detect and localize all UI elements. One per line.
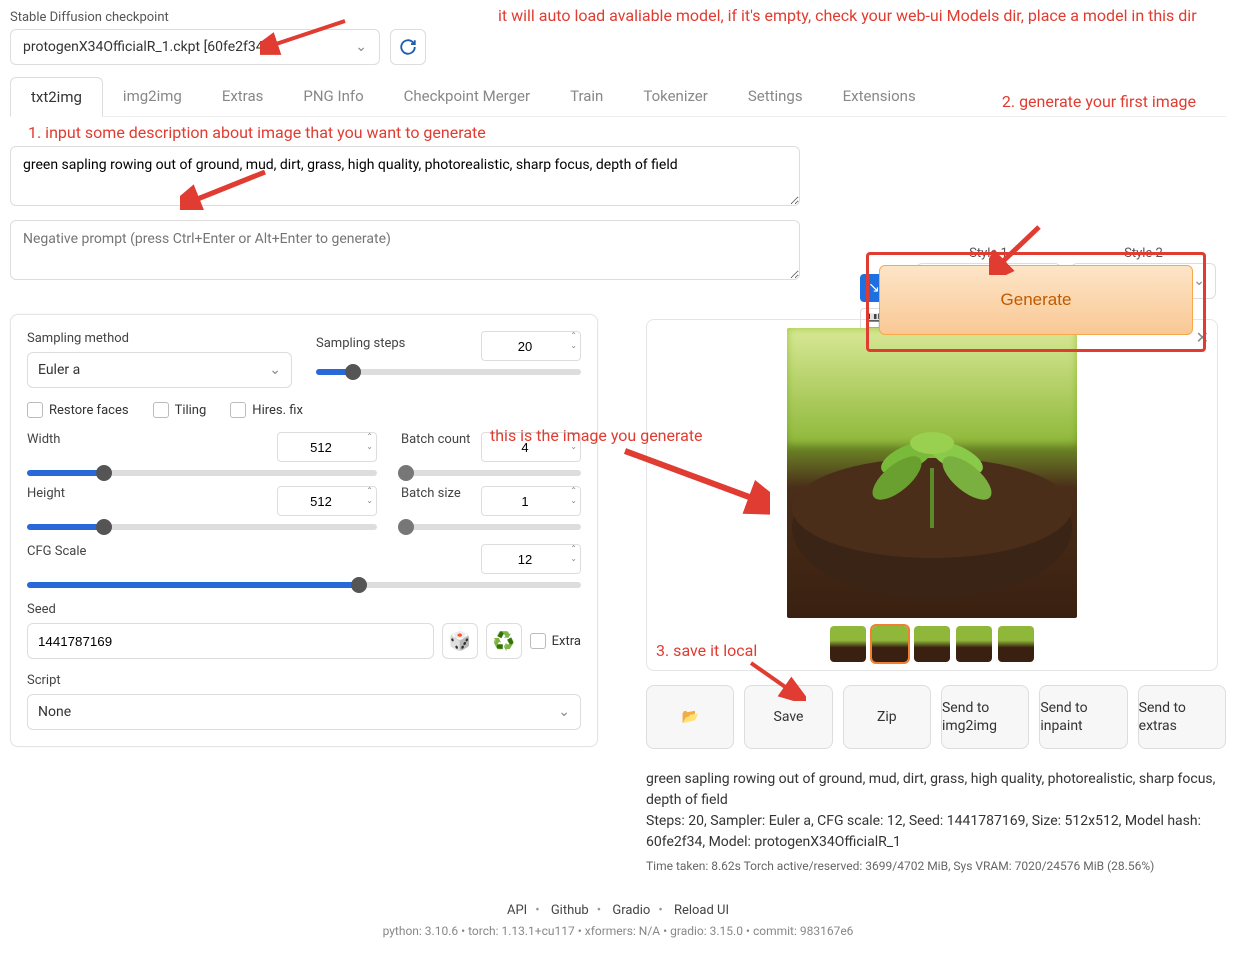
output-prompt-echo: green sapling rowing out of ground, mud,… — [646, 769, 1226, 811]
open-folder-button[interactable]: 📂 — [646, 685, 734, 749]
sampling-steps-input[interactable] — [481, 331, 581, 361]
batch-size-label: Batch size — [401, 486, 461, 510]
annotation-model: it will auto load avaliable model, if it… — [498, 6, 1197, 25]
chevron-down-icon: ⌄ — [269, 362, 281, 378]
chevron-down-icon: ⌄ — [558, 704, 570, 720]
seed-extra-checkbox[interactable]: Extra — [530, 633, 581, 649]
sampling-method-select[interactable]: Euler a⌄ — [27, 352, 292, 388]
sampling-method-label: Sampling method — [27, 331, 292, 346]
output-thumb[interactable] — [872, 626, 908, 662]
output-thumb[interactable] — [914, 626, 950, 662]
output-thumb[interactable] — [998, 626, 1034, 662]
batch-count-slider[interactable] — [401, 470, 581, 476]
output-thumb[interactable] — [956, 626, 992, 662]
batch-size-input[interactable] — [481, 486, 581, 516]
send-img2img-button[interactable]: Send to img2img — [941, 685, 1029, 749]
tab-ckpt-merger[interactable]: Checkpoint Merger — [384, 77, 550, 116]
sampling-steps-slider[interactable] — [316, 369, 581, 375]
checkpoint-value: protogenX34OfficialR_1.ckpt [60fe2f34] — [23, 39, 267, 55]
seed-input[interactable] — [27, 623, 434, 659]
seed-random-button[interactable]: 🎲 — [442, 623, 478, 659]
script-select[interactable]: None⌄ — [27, 694, 581, 730]
footer-versions: python: 3.10.6 • torch: 1.13.1+cu117 • x… — [10, 924, 1226, 938]
refresh-icon — [399, 38, 417, 56]
output-stats: Time taken: 8.62s Torch active/reserved:… — [646, 859, 1226, 873]
refresh-checkpoint-button[interactable] — [390, 29, 426, 65]
send-inpaint-button[interactable]: Send to inpaint — [1039, 685, 1127, 749]
checkpoint-select[interactable]: protogenX34OfficialR_1.ckpt [60fe2f34] ⌄ — [10, 29, 380, 65]
cfg-label: CFG Scale — [27, 544, 86, 568]
annotation-image: this is the image you generate — [490, 426, 703, 445]
tab-train[interactable]: Train — [550, 77, 623, 116]
tab-tokenizer[interactable]: Tokenizer — [623, 77, 727, 116]
generate-button[interactable]: Generate — [879, 265, 1193, 335]
batch-size-slider[interactable] — [401, 524, 581, 530]
tab-extras[interactable]: Extras — [202, 77, 284, 116]
annotation-step3: 3. save it local — [656, 641, 757, 660]
width-slider[interactable] — [27, 470, 377, 476]
footer-link-api[interactable]: API — [507, 903, 527, 918]
height-slider[interactable] — [27, 524, 377, 530]
seed-label: Seed — [27, 602, 581, 617]
width-label: Width — [27, 432, 60, 456]
chevron-down-icon: ⌄ — [355, 39, 367, 55]
sampling-steps-label: Sampling steps — [316, 336, 405, 351]
cfg-slider[interactable] — [27, 582, 581, 588]
cfg-input[interactable] — [481, 544, 581, 574]
footer-link-reload[interactable]: Reload UI — [674, 903, 729, 918]
annotation-step2: 2. generate your first image — [1002, 92, 1196, 111]
tab-txt2img[interactable]: txt2img — [10, 77, 103, 117]
zip-button[interactable]: Zip — [843, 685, 931, 749]
script-label: Script — [27, 673, 581, 688]
footer-link-gradio[interactable]: Gradio — [612, 903, 650, 918]
output-image[interactable] — [787, 328, 1077, 618]
output-params: Steps: 20, Sampler: Euler a, CFG scale: … — [646, 811, 1226, 853]
batch-count-label: Batch count — [401, 432, 470, 456]
height-label: Height — [27, 486, 65, 510]
tab-extensions[interactable]: Extensions — [823, 77, 936, 116]
footer-link-github[interactable]: Github — [551, 903, 589, 918]
hires-fix-checkbox[interactable]: Hires. fix — [230, 402, 303, 418]
tiling-checkbox[interactable]: Tiling — [153, 402, 207, 418]
height-input[interactable] — [277, 486, 377, 516]
send-extras-button[interactable]: Send to extras — [1138, 685, 1226, 749]
checkpoint-label: Stable Diffusion checkpoint — [10, 10, 426, 25]
tab-pnginfo[interactable]: PNG Info — [283, 77, 383, 116]
annotation-step1: 1. input some description about image th… — [28, 123, 1226, 142]
output-thumb[interactable] — [830, 626, 866, 662]
restore-faces-checkbox[interactable]: Restore faces — [27, 402, 129, 418]
width-input[interactable] — [277, 432, 377, 462]
save-button[interactable]: Save — [744, 685, 832, 749]
tab-img2img[interactable]: img2img — [103, 77, 202, 116]
seed-recycle-button[interactable]: ♻️ — [486, 623, 522, 659]
tab-settings[interactable]: Settings — [728, 77, 823, 116]
folder-icon: 📂 — [681, 708, 698, 726]
